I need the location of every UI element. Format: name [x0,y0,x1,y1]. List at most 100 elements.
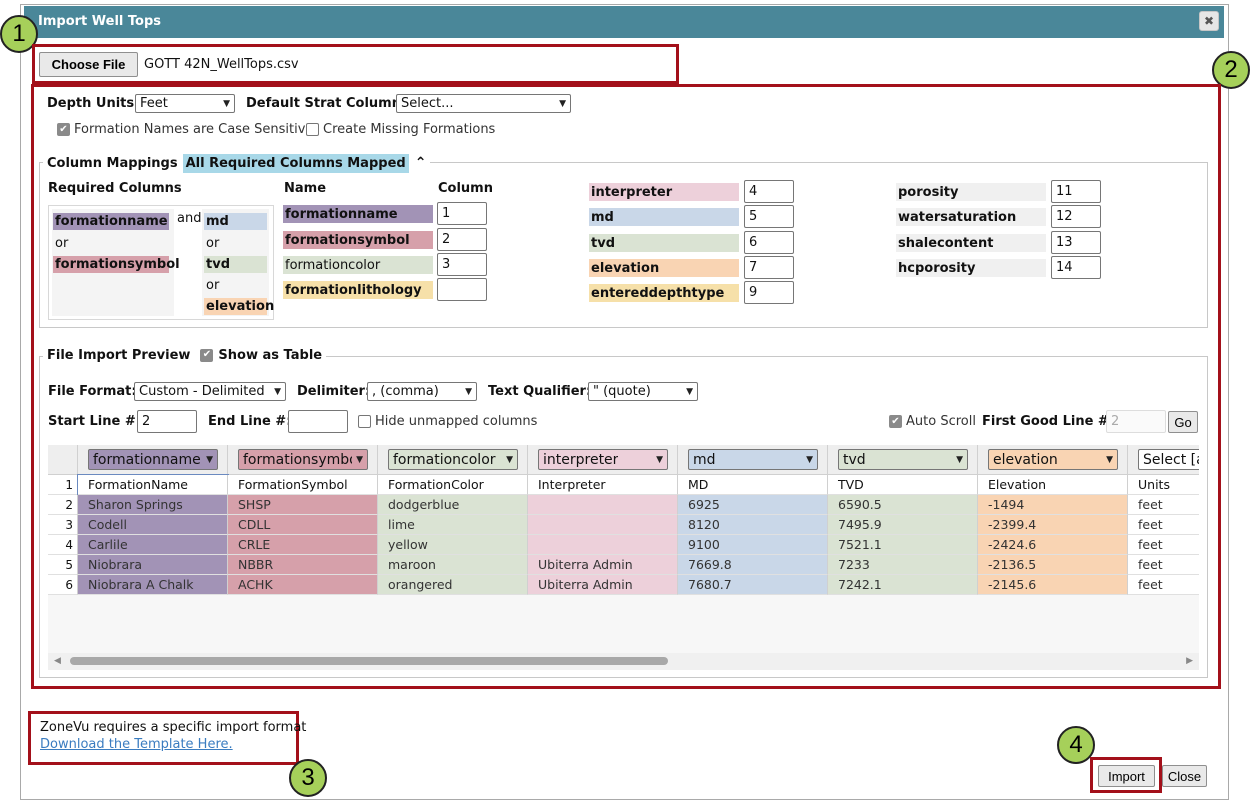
column-map-select-formationcolor[interactable]: formationcolor ▼ [388,449,518,470]
end-line-input[interactable] [288,410,348,433]
grid-cell-elevation[interactable]: -2136.5 [978,555,1128,575]
grid-cell-formationname[interactable]: Niobrara [78,555,228,575]
grid-cell-formationcolor[interactable]: dodgerblue [378,495,528,515]
grid-cell-formationname[interactable]: Carlile [78,535,228,555]
mapping-input-md[interactable]: 5 [744,205,794,228]
grid-cell-elevation[interactable]: -2399.4 [978,515,1128,535]
close-icon[interactable]: ✖ [1199,11,1219,31]
mapping-name-shalecontent: shalecontent [896,234,1046,252]
default-strat-value: Select... [401,96,454,111]
grid-file-header-cell[interactable]: MD [678,475,828,495]
auto-scroll-checkbox[interactable]: ✔ [889,415,902,428]
close-button[interactable]: Close [1162,765,1207,787]
grid-cell-formationcolor[interactable]: orangered [378,575,528,595]
grid-file-header-cell[interactable]: FormationName [77,474,229,496]
mapping-input-formationsymbol[interactable]: 2 [437,228,487,251]
import-button[interactable]: Import [1098,765,1155,787]
chevron-up-icon[interactable]: ⌃ [415,155,427,171]
grid-cell-md[interactable]: 8120 [678,515,828,535]
grid-cell-md[interactable]: 7680.7 [678,575,828,595]
mapping-input-hcporosity[interactable]: 14 [1051,256,1101,279]
mapping-input-porosity[interactable]: 11 [1051,180,1101,203]
required-formationsymbol: formationsymbol [53,256,180,273]
grid-cell-units[interactable]: feet [1128,575,1199,595]
default-strat-select[interactable]: Select... ▼ [396,94,571,113]
grid-cell-interpreter[interactable]: Ubiterra Admin [528,575,678,595]
mapping-input-shalecontent[interactable]: 13 [1051,231,1101,254]
show-as-table-checkbox[interactable]: ✔ [200,348,214,362]
grid-cell-units[interactable]: feet [1128,495,1199,515]
start-line-input[interactable]: 2 [137,410,197,433]
grid-cell-formationcolor[interactable]: lime [378,515,528,535]
grid-file-header-cell[interactable]: Interpreter [528,475,678,495]
grid-cell-interpreter[interactable] [528,515,678,535]
column-map-select-formationsymbol[interactable]: formationsymbol ▼ [238,449,368,470]
grid-cell-formationsymbol[interactable]: SHSP [228,495,378,515]
mapping-input-tvd[interactable]: 6 [744,231,794,254]
grid-cell-units[interactable]: feet [1128,535,1199,555]
grid-cell-elevation[interactable]: -2424.6 [978,535,1128,555]
grid-cell-interpreter[interactable] [528,495,678,515]
grid-cell-elevation[interactable]: -1494 [978,495,1128,515]
column-map-select-formationname[interactable]: formationname ▼ [88,449,218,470]
grid-file-header-cell[interactable]: FormationSymbol [228,475,378,495]
choose-file-button[interactable]: Choose File [39,52,138,77]
grid-file-header-cell[interactable]: FormationColor [378,475,528,495]
grid-cell-formationsymbol[interactable]: CDLL [228,515,378,535]
hide-unmapped-checkbox[interactable] [358,415,371,428]
depth-units-select[interactable]: Feet ▼ [135,94,235,113]
grid-cell-interpreter[interactable]: Ubiterra Admin [528,555,678,575]
scrollbar-thumb[interactable] [70,657,668,665]
mapping-input-formationname[interactable]: 1 [437,202,487,225]
dialog-titlebar[interactable]: Import Well Tops ✖ [24,6,1224,38]
mapping-name-interpreter: interpreter [589,183,739,201]
go-button[interactable]: Go [1168,411,1198,433]
horizontal-scrollbar[interactable]: ◀ ▶ [48,653,1199,670]
mapping-input-formationlithology[interactable] [437,278,487,301]
file-format-select[interactable]: Custom - Delimited ▼ [134,382,286,401]
grid-cell-units[interactable]: feet [1128,555,1199,575]
start-line-label: Start Line #: [48,414,141,429]
grid-cell-formationsymbol[interactable]: ACHK [228,575,378,595]
grid-cell-md[interactable]: 9100 [678,535,828,555]
column-map-select-interpreter[interactable]: interpreter ▼ [538,449,668,470]
grid-cell-tvd[interactable]: 7242.1 [828,575,978,595]
grid-cell-formationsymbol[interactable]: CRLE [228,535,378,555]
first-good-line-input[interactable]: 2 [1106,410,1166,433]
grid-cell-interpreter[interactable] [528,535,678,555]
grid-cell-formationcolor[interactable]: yellow [378,535,528,555]
grid-cell-tvd[interactable]: 7521.1 [828,535,978,555]
grid-cell-formationcolor[interactable]: maroon [378,555,528,575]
grid-cell-elevation[interactable]: -2145.6 [978,575,1128,595]
mapping-input-watersaturation[interactable]: 12 [1051,205,1101,228]
mapping-input-formationcolor[interactable]: 3 [437,253,487,276]
column-map-select-units[interactable]: Select [a [1138,449,1199,470]
column-map-select-tvd[interactable]: tvd ▼ [838,449,968,470]
create-missing-checkbox[interactable] [306,123,319,136]
grid-cell-tvd[interactable]: 7233 [828,555,978,575]
mapping-input-entereddepthtype[interactable]: 9 [744,281,794,304]
delimiter-select[interactable]: , (comma) ▼ [367,382,477,401]
column-map-select-elevation[interactable]: elevation ▼ [988,449,1118,470]
scroll-right-icon[interactable]: ▶ [1186,656,1193,666]
grid-file-header-cell[interactable]: TVD [828,475,978,495]
hide-unmapped-label: Hide unmapped columns [375,414,538,429]
grid-cell-formationsymbol[interactable]: NBBR [228,555,378,575]
grid-cell-md[interactable]: 7669.8 [678,555,828,575]
grid-file-header-cell[interactable]: Units [1128,475,1199,495]
scroll-left-icon[interactable]: ◀ [54,656,61,666]
grid-cell-md[interactable]: 6925 [678,495,828,515]
mapping-input-interpreter[interactable]: 4 [744,180,794,203]
grid-cell-formationname[interactable]: Codell [78,515,228,535]
grid-file-header-cell[interactable]: Elevation [978,475,1128,495]
case-sensitive-checkbox[interactable]: ✔ [57,123,70,136]
grid-cell-tvd[interactable]: 7495.9 [828,515,978,535]
grid-cell-formationname[interactable]: Niobrara A Chalk [78,575,228,595]
grid-cell-tvd[interactable]: 6590.5 [828,495,978,515]
column-map-select-md[interactable]: md ▼ [688,449,818,470]
mapping-input-elevation[interactable]: 7 [744,256,794,279]
text-qualifier-select[interactable]: " (quote) ▼ [588,382,698,401]
download-template-link[interactable]: Download the Template Here. [40,737,233,752]
grid-cell-units[interactable]: feet [1128,515,1199,535]
grid-cell-formationname[interactable]: Sharon Springs [78,495,228,515]
